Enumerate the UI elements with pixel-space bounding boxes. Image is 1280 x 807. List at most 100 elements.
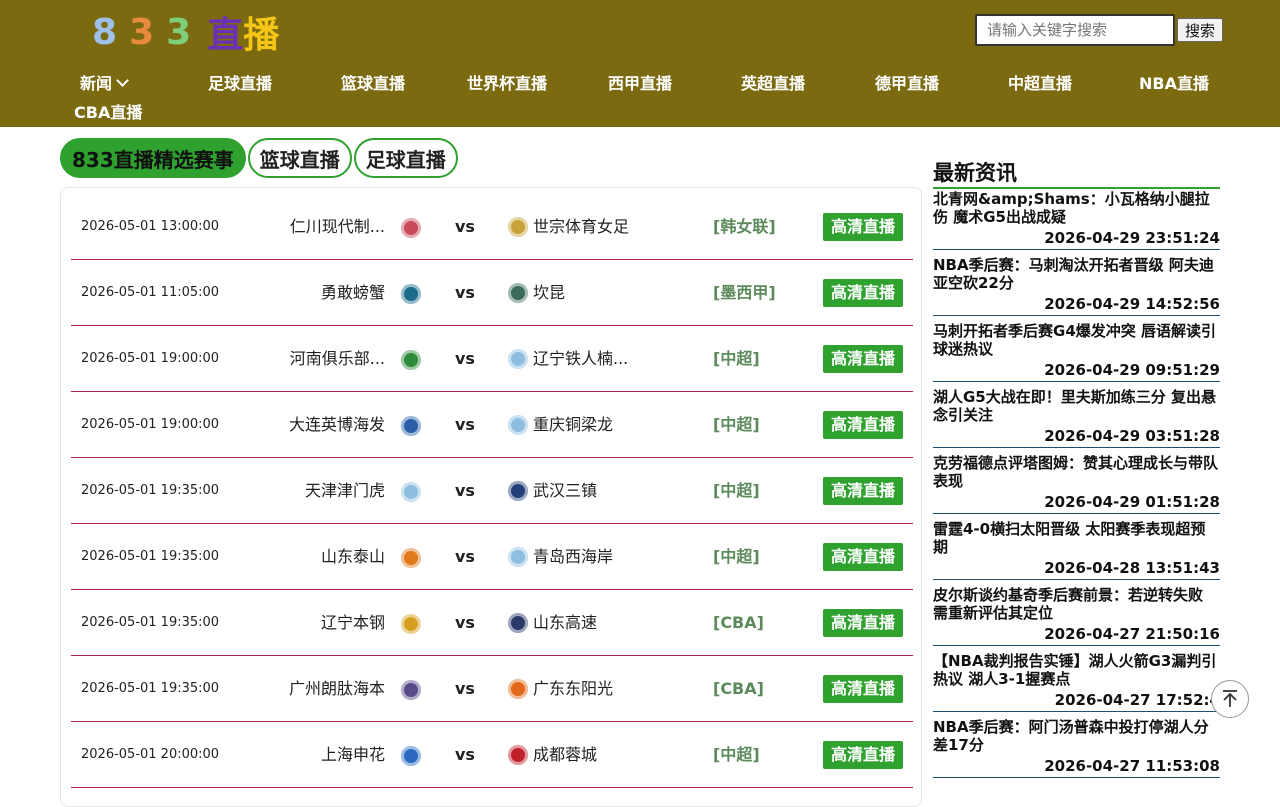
vs-label: vs [455, 745, 475, 764]
chevron-down-icon [116, 74, 129, 87]
site-header: 8 3 3 直 播 搜索 新闻 足球直播 篮球直播 世界杯直播 西甲直播 英超直… [0, 0, 1280, 127]
away-team[interactable]: 山东高速 [533, 590, 597, 656]
nav-nba-live[interactable]: NBA直播 [1139, 70, 1209, 94]
news-item-title[interactable]: NBA季后赛：马刺淘汰开拓者晋级 阿夫迪亚空砍22分 [933, 256, 1220, 292]
news-item-title[interactable]: NBA季后赛：阿门汤普森中投打停湖人分差17分 [933, 718, 1220, 754]
away-team-logo-icon [508, 217, 528, 237]
news-item-date: 2026-04-29 01:51:28 [1044, 493, 1220, 511]
league-tag: [CBA] [713, 613, 764, 632]
back-to-top-button[interactable] [1211, 680, 1249, 718]
away-team[interactable]: 辽宁铁人楠... [533, 326, 628, 392]
away-team-logo-icon [508, 547, 528, 567]
match-time: 2026-05-01 19:00:00 [81, 351, 220, 366]
tab-featured[interactable]: 833直播精选赛事 [60, 138, 246, 178]
logo-digit-3b: 3 [166, 11, 196, 53]
hd-live-button[interactable]: 高清直播 [823, 411, 903, 439]
nav-cba-live[interactable]: CBA直播 [74, 99, 142, 123]
hd-live-button[interactable]: 高清直播 [823, 543, 903, 571]
match-time: 2026-05-01 19:35:00 [81, 615, 220, 630]
nav-worldcup-live[interactable]: 世界杯直播 [467, 70, 547, 94]
site-logo[interactable]: 8 3 3 直 播 [92, 10, 279, 57]
match-row: 2026-05-01 20:00:00 上海申花 vs 成都蓉城 [中超] 高清… [71, 722, 913, 788]
hd-live-button[interactable]: 高清直播 [823, 609, 903, 637]
home-team[interactable]: 仁川现代制... [290, 194, 385, 260]
home-team[interactable]: 上海申花 [321, 722, 385, 788]
hd-live-button[interactable]: 高清直播 [823, 213, 903, 241]
news-item[interactable]: 皮尔斯谈约基奇季后赛前景：若逆转失败 需重新评估其定位 2026-04-27 2… [933, 586, 1220, 646]
news-item-date: 2026-04-27 11:53:08 [1044, 757, 1220, 775]
home-team[interactable]: 勇敢螃蟹 [321, 260, 385, 326]
search-input[interactable] [975, 14, 1175, 46]
home-team[interactable]: 天津津门虎 [305, 458, 385, 524]
news-item[interactable]: 北青网&amp;Shams：小瓦格纳小腿拉伤 魔术G5出战成疑 2026-04-… [933, 190, 1220, 250]
match-tabs: 833直播精选赛事 篮球直播 足球直播 [60, 138, 460, 178]
league-tag: [中超] [713, 547, 760, 566]
search-bar: 搜索 [975, 14, 1224, 46]
news-item[interactable]: NBA季后赛：马刺淘汰开拓者晋级 阿夫迪亚空砍22分 2026-04-29 14… [933, 256, 1220, 316]
hd-live-button[interactable]: 高清直播 [823, 741, 903, 769]
away-team[interactable]: 广东东阳光 [533, 656, 613, 722]
news-item-date: 2026-04-29 03:51:28 [1044, 427, 1220, 445]
hd-live-button[interactable]: 高清直播 [823, 477, 903, 505]
hd-live-button[interactable]: 高清直播 [823, 345, 903, 373]
news-heading-underline [933, 187, 1220, 189]
news-item[interactable]: 马刺开拓者季后赛G4爆发冲突 唇语解读引球迷热议 2026-04-29 09:5… [933, 322, 1220, 382]
home-team[interactable]: 大连英博海发 [289, 392, 385, 458]
nav-basketball-live[interactable]: 篮球直播 [341, 70, 405, 94]
nav-football-live[interactable]: 足球直播 [208, 70, 272, 94]
home-team-logo-icon [401, 746, 421, 766]
arrow-up-icon [1223, 690, 1237, 707]
news-item-title[interactable]: 皮尔斯谈约基奇季后赛前景：若逆转失败 需重新评估其定位 [933, 586, 1220, 622]
home-team-logo-icon [401, 284, 421, 304]
home-team[interactable]: 广州朗肽海本 [289, 656, 385, 722]
home-team[interactable]: 山东泰山 [321, 524, 385, 590]
search-button[interactable]: 搜索 [1177, 18, 1224, 42]
news-item[interactable]: 湖人G5大战在即！里夫斯加练三分 复出悬念引关注 2026-04-29 03:5… [933, 388, 1220, 448]
tab-basketball[interactable]: 篮球直播 [247, 138, 352, 178]
home-team[interactable]: 辽宁本钢 [321, 590, 385, 656]
away-team-logo-icon [508, 481, 528, 501]
news-item-date: 2026-04-27 21:50:16 [1044, 625, 1220, 643]
league-tag: [中超] [713, 415, 760, 434]
match-time: 2026-05-01 19:35:00 [81, 483, 220, 498]
away-team[interactable]: 世宗体育女足 [533, 194, 629, 260]
match-row: 2026-05-01 19:00:00 河南俱乐部... vs 辽宁铁人楠...… [71, 326, 913, 392]
news-item-title[interactable]: 【NBA裁判报告实锤】湖人火箭G3漏判引热议 湖人3-1握赛点 [933, 652, 1220, 688]
match-time: 2026-05-01 19:00:00 [81, 417, 220, 432]
news-item-title[interactable]: 北青网&amp;Shams：小瓦格纳小腿拉伤 魔术G5出战成疑 [933, 190, 1220, 226]
away-team-logo-icon [508, 679, 528, 699]
vs-label: vs [455, 217, 475, 236]
home-team-logo-icon [401, 416, 421, 436]
nav-laliga-live[interactable]: 西甲直播 [608, 70, 672, 94]
vs-label: vs [455, 613, 475, 632]
tab-football[interactable]: 足球直播 [353, 138, 458, 178]
logo-digit-3a: 3 [129, 11, 159, 53]
home-team[interactable]: 河南俱乐部... [290, 326, 385, 392]
nav-csl-live[interactable]: 中超直播 [1008, 70, 1072, 94]
news-item-date: 2026-04-28 13:51:43 [1044, 559, 1220, 577]
news-item-title[interactable]: 雷霆4-0横扫太阳晋级 太阳赛季表现超预期 [933, 520, 1220, 556]
news-item-title[interactable]: 克劳福德点评塔图姆：赞其心理成长与带队表现 [933, 454, 1220, 490]
news-item[interactable]: 【NBA裁判报告实锤】湖人火箭G3漏判引热议 湖人3-1握赛点 2026-04-… [933, 652, 1220, 712]
away-team[interactable]: 青岛西海岸 [533, 524, 613, 590]
news-item-date: 2026-04-29 09:51:29 [1044, 361, 1220, 379]
news-item[interactable]: NBA季后赛：阿门汤普森中投打停湖人分差17分 2026-04-27 11:53… [933, 718, 1220, 778]
match-row: 2026-05-01 19:35:00 广州朗肽海本 vs 广东东阳光 [CBA… [71, 656, 913, 722]
nav-premier-league-live[interactable]: 英超直播 [741, 70, 805, 94]
nav-news[interactable]: 新闻 [80, 70, 129, 94]
news-item-title[interactable]: 马刺开拓者季后赛G4爆发冲突 唇语解读引球迷热议 [933, 322, 1220, 358]
news-item-date: 2026-04-29 23:51:24 [1044, 229, 1220, 247]
news-item[interactable]: 克劳福德点评塔图姆：赞其心理成长与带队表现 2026-04-29 01:51:2… [933, 454, 1220, 514]
home-team-logo-icon [401, 548, 421, 568]
news-item-title[interactable]: 湖人G5大战在即！里夫斯加练三分 复出悬念引关注 [933, 388, 1220, 424]
logo-char-zhi: 直 [207, 15, 244, 56]
hd-live-button[interactable]: 高清直播 [823, 279, 903, 307]
away-team[interactable]: 重庆铜梁龙 [533, 392, 613, 458]
nav-bundesliga-live[interactable]: 德甲直播 [875, 70, 939, 94]
league-tag: [韩女联] [713, 217, 776, 236]
away-team[interactable]: 成都蓉城 [533, 722, 597, 788]
news-item[interactable]: 雷霆4-0横扫太阳晋级 太阳赛季表现超预期 2026-04-28 13:51:4… [933, 520, 1220, 580]
away-team[interactable]: 武汉三镇 [533, 458, 597, 524]
hd-live-button[interactable]: 高清直播 [823, 675, 903, 703]
away-team[interactable]: 坎昆 [533, 260, 565, 326]
